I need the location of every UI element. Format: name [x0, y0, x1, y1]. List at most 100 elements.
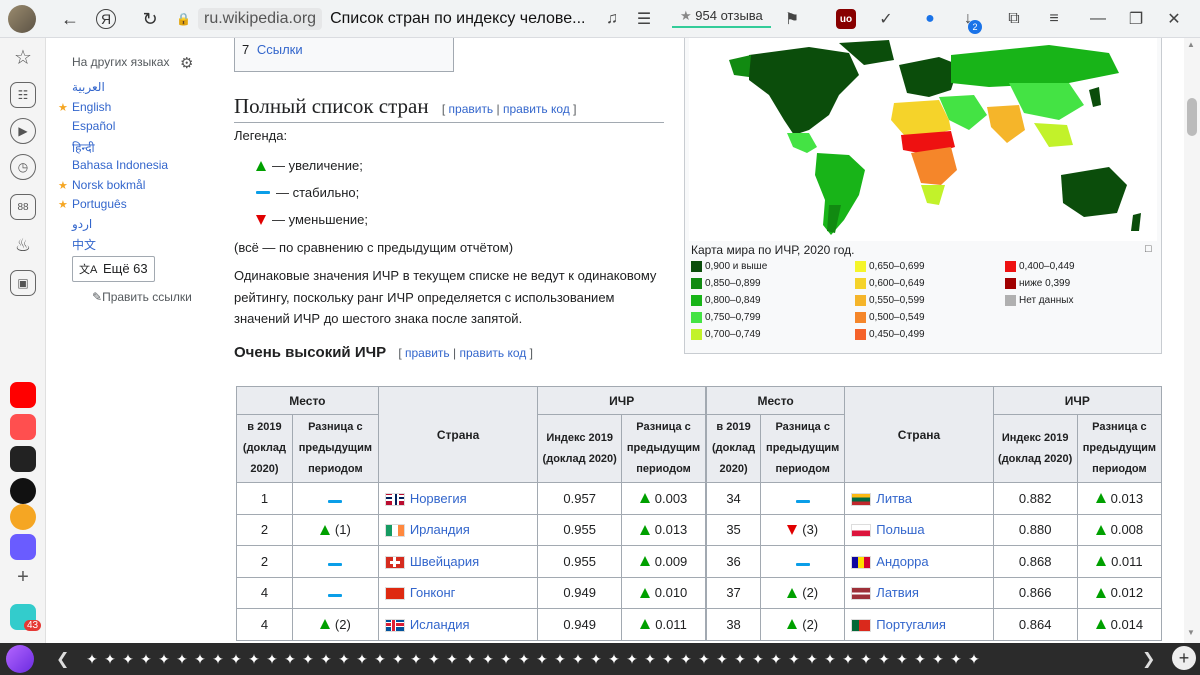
tab-favicon[interactable]: ✦	[444, 649, 460, 669]
tab-favicon[interactable]: ✦	[120, 649, 136, 669]
scroll-up-icon[interactable]: ▲	[1187, 40, 1195, 49]
tab-favicon[interactable]: ✦	[642, 649, 658, 669]
ublock-icon[interactable]: uo	[836, 9, 856, 29]
back-icon[interactable]: ←	[58, 7, 82, 31]
country-link[interactable]: Ирландия	[410, 522, 470, 537]
edit-code-link[interactable]: править код	[459, 346, 526, 360]
language-link[interactable]: اردو	[72, 217, 92, 231]
flag-icon[interactable]	[851, 524, 872, 538]
country-link[interactable]: Португалия	[876, 617, 946, 632]
language-link[interactable]: Español	[72, 119, 115, 133]
flag-icon[interactable]	[384, 492, 405, 506]
extension-icon[interactable]: ●	[920, 9, 940, 29]
tab-favicon[interactable]: ✦	[156, 649, 172, 669]
tab-favicon[interactable]: ✦	[588, 649, 604, 669]
tab-favicon[interactable]: ✦	[894, 649, 910, 669]
tab-favicon[interactable]: ✦	[714, 649, 730, 669]
tab-favicon[interactable]: ✦	[948, 649, 964, 669]
language-link[interactable]: Bahasa Indonesia	[72, 158, 168, 172]
tab-favicon[interactable]: ✦	[534, 649, 550, 669]
bell-icon[interactable]: ♨	[10, 232, 36, 258]
add-icon[interactable]: +	[10, 564, 36, 590]
edit-link[interactable]: править	[405, 346, 450, 360]
menu-icon[interactable]: ≡	[1044, 9, 1064, 29]
translate-icon[interactable]: ✓	[876, 9, 896, 29]
tab-favicon[interactable]: ✦	[678, 649, 694, 669]
play-icon[interactable]: ▶	[10, 118, 36, 144]
flag-icon[interactable]	[851, 555, 872, 569]
tab-favicon[interactable]: ✦	[264, 649, 280, 669]
scroll-down-icon[interactable]: ▼	[1187, 628, 1195, 637]
language-link[interactable]: Norsk bokmål	[72, 178, 145, 192]
tab-favicon[interactable]: ✦	[732, 649, 748, 669]
gear-icon[interactable]: ⚙	[180, 54, 193, 72]
counter-icon[interactable]: 88	[10, 194, 36, 220]
language-link[interactable]: Português	[72, 197, 127, 211]
tab-favicon[interactable]: ✦	[210, 649, 226, 669]
tab-favicon[interactable]: ✦	[498, 649, 514, 669]
tab-favicon[interactable]: ✦	[174, 649, 190, 669]
tab-favicon[interactable]: ✦	[570, 649, 586, 669]
page-scrollbar[interactable]: ▲ ▼	[1184, 38, 1200, 643]
screenshot-icon[interactable]: ▣	[10, 270, 36, 296]
reader-icon[interactable]: ☰	[634, 9, 654, 29]
tab-favicon[interactable]: ✦	[840, 649, 856, 669]
flag-icon[interactable]	[851, 587, 872, 601]
language-link[interactable]: العربية	[72, 80, 105, 94]
hdi-world-map[interactable]	[689, 38, 1157, 241]
tab-favicon[interactable]: ✦	[768, 649, 784, 669]
tab-favicon[interactable]: ✦	[696, 649, 712, 669]
language-link[interactable]: English	[72, 100, 111, 114]
tab-favicon[interactable]: ✦	[84, 649, 100, 669]
tab-favicon[interactable]: ✦	[750, 649, 766, 669]
tab-favicon[interactable]: ✦	[822, 649, 838, 669]
flag-icon[interactable]	[384, 555, 405, 569]
tab-favicon[interactable]: ✦	[966, 649, 982, 669]
minimize-icon[interactable]: —	[1088, 9, 1108, 29]
country-link[interactable]: Швейцария	[410, 554, 479, 569]
youtube-app-icon[interactable]	[10, 382, 36, 408]
history-icon[interactable]: ◷	[10, 154, 36, 180]
tabs-left-icon[interactable]: ❮	[56, 649, 69, 669]
tab-favicon[interactable]: ✦	[660, 649, 676, 669]
new-tab-icon[interactable]: +	[1172, 646, 1196, 670]
country-link[interactable]: Польша	[876, 522, 924, 537]
tab-favicon[interactable]: ✦	[624, 649, 640, 669]
tab-favicon[interactable]: ✦	[372, 649, 388, 669]
tab-favicon[interactable]: ✦	[102, 649, 118, 669]
tab-favicon[interactable]: ✦	[192, 649, 208, 669]
tab-favicon[interactable]: ✦	[426, 649, 442, 669]
tabs-right-icon[interactable]: ❯	[1142, 649, 1155, 669]
tab-favicon[interactable]: ✦	[462, 649, 478, 669]
flag-icon[interactable]	[851, 492, 872, 506]
bookmark-icon[interactable]: ⚑	[782, 9, 802, 29]
tab-favicon[interactable]: ✦	[246, 649, 262, 669]
app-icon[interactable]	[10, 414, 36, 440]
flag-icon[interactable]	[384, 587, 405, 601]
collections-icon[interactable]: ⧉	[1004, 9, 1024, 29]
tab-favicon[interactable]: ✦	[930, 649, 946, 669]
app-icon[interactable]	[10, 534, 36, 560]
edit-link[interactable]: править	[449, 102, 494, 116]
country-link[interactable]: Литва	[876, 491, 912, 506]
app-icon[interactable]	[10, 478, 36, 504]
tab-favicon[interactable]: ✦	[516, 649, 532, 669]
scroll-thumb[interactable]	[1187, 98, 1197, 136]
notes-icon[interactable]: ☷	[10, 82, 36, 108]
tab-favicon[interactable]: ✦	[912, 649, 928, 669]
tab-favicon[interactable]: ✦	[354, 649, 370, 669]
address-bar[interactable]: 🔒 ru.wikipedia.org Список стран по индек…	[176, 6, 626, 32]
flag-icon[interactable]	[384, 618, 405, 632]
enlarge-icon[interactable]: □	[1145, 243, 1152, 255]
country-link[interactable]: Латвия	[876, 585, 919, 600]
tab-favicon[interactable]: ✦	[318, 649, 334, 669]
reviews-badge[interactable]: ★ 954 отзыва	[672, 6, 771, 28]
tab-favicon[interactable]: ✦	[336, 649, 352, 669]
close-icon[interactable]: ✕	[1164, 9, 1184, 29]
yandex-icon[interactable]: Я	[96, 9, 116, 29]
tab-favicon[interactable]: ✦	[480, 649, 496, 669]
tab-favicon[interactable]: ✦	[876, 649, 892, 669]
country-link[interactable]: Андорра	[876, 554, 928, 569]
tab-favicon[interactable]: ✦	[282, 649, 298, 669]
country-link[interactable]: Гонконг	[410, 585, 456, 600]
